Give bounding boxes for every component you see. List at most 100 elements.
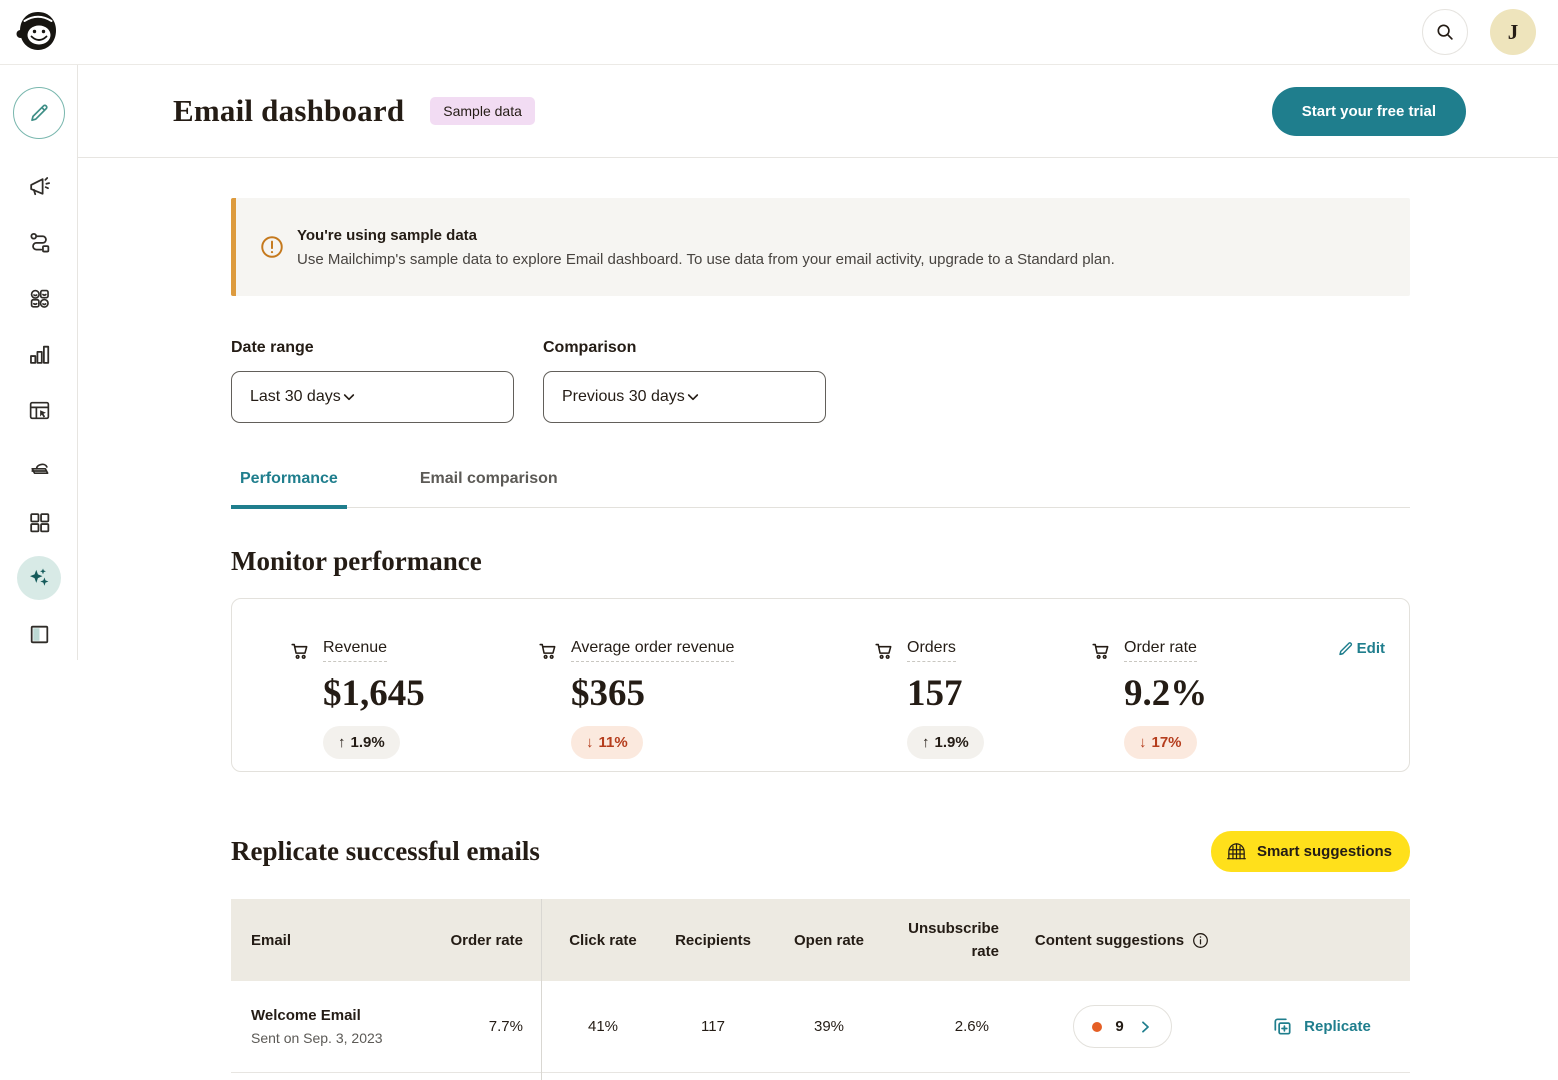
cart-icon [873, 640, 895, 662]
sidebar [0, 65, 78, 1080]
metric-value: $1,645 [323, 672, 537, 715]
table-header-row: Email Order rate Click rate Recipients O… [231, 899, 1410, 981]
page-title: Email dashboard [173, 93, 404, 129]
column-header-open-rate: Open rate [761, 932, 897, 949]
metric-delta-value: 1.9% [935, 734, 969, 751]
metric-value: $365 [571, 672, 873, 715]
smart-suggestions-label: Smart suggestions [1257, 843, 1392, 860]
sidebar-item-website[interactable] [26, 397, 52, 423]
sparkle-icon [26, 565, 52, 591]
replicate-button[interactable]: Replicate [1271, 1015, 1371, 1038]
sidebar-item-integrations[interactable] [26, 509, 52, 535]
column-header-recipients: Recipients [665, 932, 761, 949]
metric-label[interactable]: Average order revenue [571, 639, 734, 662]
chevron-right-icon [1137, 1019, 1153, 1035]
delta-arrow-icon: ↓ [586, 734, 594, 751]
table-column-divider [541, 899, 542, 1080]
email-name[interactable]: Welcome Email [251, 1007, 431, 1024]
metric-delta-value: 17% [1152, 734, 1182, 751]
metric: Orders 157 ↑ 1.9% [873, 639, 1090, 759]
sample-data-badge: Sample data [430, 97, 535, 125]
filters: Date range Last 30 days Comparison Previ… [231, 339, 1410, 423]
column-header-email: Email [231, 932, 431, 949]
date-range-label: Date range [231, 339, 514, 357]
website-icon [27, 398, 52, 423]
delta-arrow-icon: ↑ [338, 734, 346, 751]
metric-value: 9.2% [1124, 672, 1330, 715]
avatar-initial: J [1508, 20, 1519, 45]
pencil-icon [27, 101, 51, 125]
metric-value: 157 [907, 672, 1090, 715]
column-header-click-rate: Click rate [541, 932, 665, 949]
metric: Order rate 9.2% ↓ 17% [1090, 639, 1330, 759]
edit-pencil-icon [1336, 639, 1355, 658]
audience-icon [27, 286, 52, 311]
open-rate-cell: 39% [761, 1018, 897, 1035]
suggestions-count: 9 [1115, 1018, 1123, 1035]
date-range-select[interactable]: Last 30 days [231, 371, 514, 423]
smart-suggestions-button[interactable]: Smart suggestions [1211, 831, 1410, 872]
sidebar-item-campaigns[interactable] [26, 173, 52, 199]
chevron-down-icon [685, 389, 701, 405]
sidebar-item-content[interactable] [26, 453, 52, 479]
metric-delta-pill: ↓ 11% [571, 726, 643, 759]
metric-label[interactable]: Orders [907, 639, 956, 662]
chevron-down-icon [341, 389, 357, 405]
cart-icon [537, 640, 559, 662]
column-header-order-rate: Order rate [431, 932, 541, 949]
tab-performance[interactable]: Performance [231, 470, 347, 509]
journey-icon [27, 230, 52, 255]
megaphone-icon [27, 174, 52, 199]
metric-delta-pill: ↓ 17% [1124, 726, 1197, 759]
replicate-label: Replicate [1304, 1018, 1371, 1035]
action-cell: Replicate [1232, 1015, 1410, 1038]
cart-icon [289, 640, 311, 662]
mailchimp-logo-icon[interactable] [14, 8, 62, 56]
emails-table: Email Order rate Click rate Recipients O… [231, 899, 1410, 1080]
create-button[interactable] [13, 87, 65, 139]
topbar: J [0, 0, 1558, 65]
tab-email-comparison[interactable]: Email comparison [411, 470, 567, 509]
edit-metrics-link[interactable]: Edit [1336, 639, 1385, 658]
suggestions-pill[interactable]: 9 [1073, 1005, 1171, 1048]
next-row-stub [231, 1073, 1410, 1080]
page-header: Email dashboard Sample data Start your f… [78, 65, 1558, 158]
tab-bar: Performance Email comparison [231, 470, 1410, 508]
recipients-cell: 117 [665, 1018, 761, 1035]
avatar[interactable]: J [1490, 9, 1536, 55]
metric: Average order revenue $365 ↓ 11% [537, 639, 873, 759]
info-icon[interactable] [1191, 931, 1210, 950]
metrics-card: Revenue $1,645 ↑ 1.9% Average order reve… [231, 598, 1410, 772]
suggestion-dot-icon [1092, 1022, 1102, 1032]
column-header-content-suggestions: Content suggestions [1013, 931, 1232, 950]
click-rate-cell: 41% [541, 1018, 665, 1035]
duplicate-icon [1271, 1015, 1294, 1038]
table-row: Welcome Email Sent on Sep. 3, 2023 7.7% … [231, 981, 1410, 1073]
start-free-trial-button[interactable]: Start your free trial [1272, 87, 1466, 136]
metric-delta-value: 1.9% [351, 734, 385, 751]
sidebar-item-collapse[interactable] [26, 621, 52, 647]
metric-label[interactable]: Order rate [1124, 639, 1197, 662]
monitor-performance-heading: Monitor performance [231, 546, 1410, 577]
sidebar-item-audience[interactable] [26, 285, 52, 311]
content-icon [27, 454, 52, 479]
column-header-unsubscribe-rate: Unsubscribe rate [897, 917, 1013, 964]
panel-icon [27, 622, 52, 647]
sidebar-item-ai[interactable] [17, 556, 61, 600]
metric-delta-pill: ↑ 1.9% [907, 726, 984, 759]
delta-arrow-icon: ↑ [922, 734, 930, 751]
search-button[interactable] [1422, 9, 1468, 55]
replicate-heading: Replicate successful emails [231, 836, 540, 867]
greenhouse-icon [1225, 840, 1248, 863]
comparison-select[interactable]: Previous 30 days [543, 371, 826, 423]
search-icon [1434, 21, 1456, 43]
metric-delta-pill: ↑ 1.9% [323, 726, 400, 759]
order-rate-cell: 7.7% [431, 1018, 541, 1035]
date-range-value: Last 30 days [250, 388, 341, 406]
edit-label: Edit [1357, 640, 1385, 657]
email-sent-date: Sent on Sep. 3, 2023 [251, 1030, 431, 1046]
email-cell: Welcome Email Sent on Sep. 3, 2023 [231, 1007, 431, 1046]
sidebar-item-analytics[interactable] [26, 341, 52, 367]
sidebar-item-automations[interactable] [26, 229, 52, 255]
metric-label[interactable]: Revenue [323, 639, 387, 662]
